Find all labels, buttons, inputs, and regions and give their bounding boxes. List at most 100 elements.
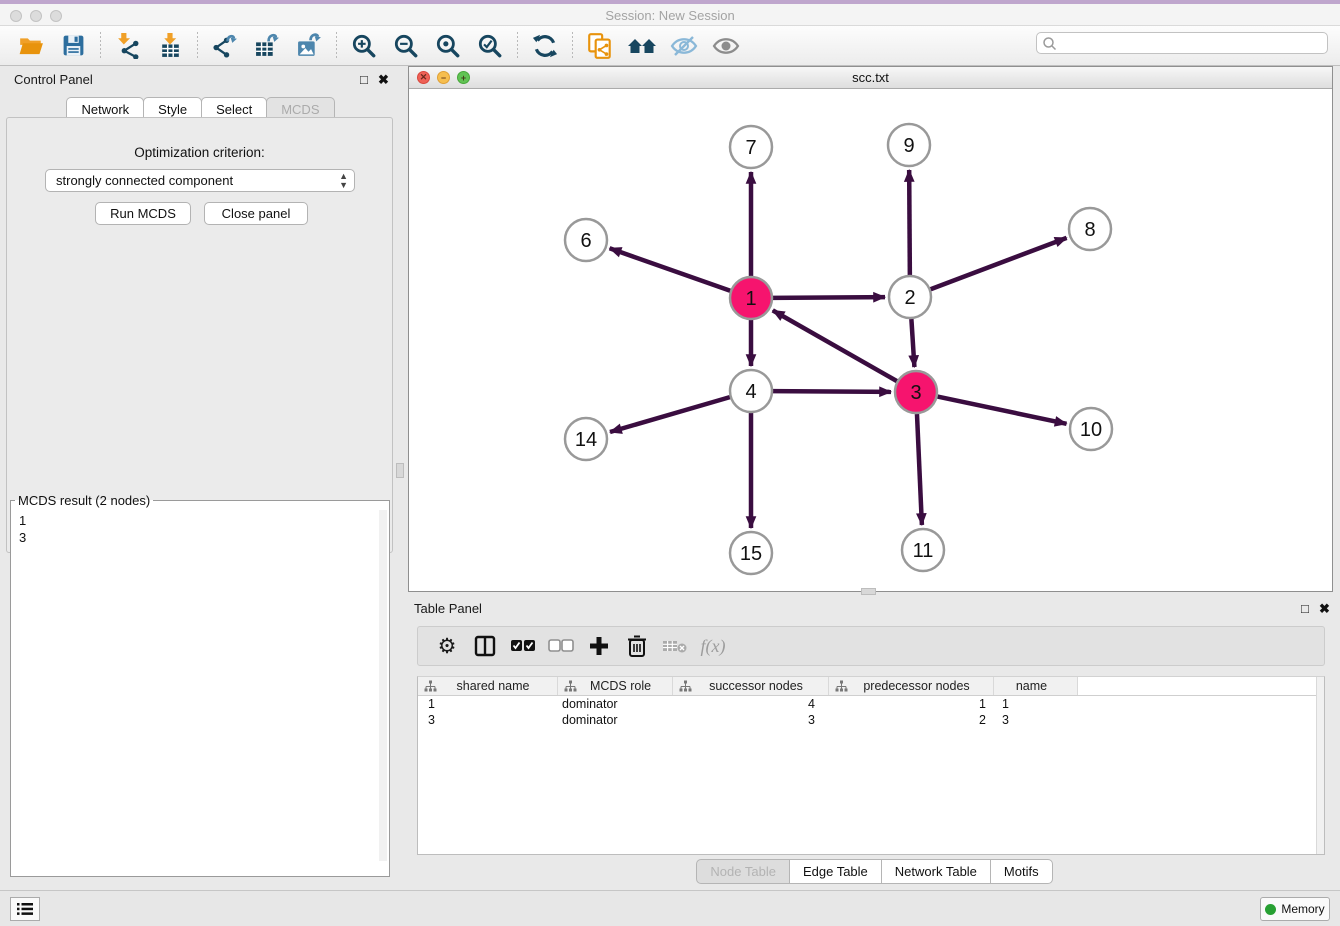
close-panel-button[interactable]: Close panel xyxy=(204,202,308,225)
import-network-icon[interactable] xyxy=(111,30,145,62)
table-cell[interactable]: 1 xyxy=(418,697,558,711)
column-header-shared-name[interactable]: shared name xyxy=(418,677,558,695)
graph-node-label: 10 xyxy=(1080,419,1102,441)
graph-edge-1-2[interactable] xyxy=(773,297,885,298)
table-panel-tabs: Node Table Edge Table Network Table Moti… xyxy=(408,859,1340,884)
node-table: shared name MCDS role successor nodes pr… xyxy=(417,676,1325,855)
add-row-icon[interactable] xyxy=(584,631,614,661)
memory-button[interactable]: Memory xyxy=(1260,897,1330,921)
criterion-value: strongly connected component xyxy=(56,173,233,188)
table-cell[interactable]: 3 xyxy=(994,713,1078,727)
graph-edge-3-10[interactable] xyxy=(938,397,1067,424)
function-builder-icon[interactable]: f(x) xyxy=(698,631,728,661)
search-box[interactable] xyxy=(1036,32,1328,54)
main-toolbar xyxy=(0,26,1340,66)
table-cell[interactable]: dominator xyxy=(558,713,673,727)
select-stepper-icon: ▲▼ xyxy=(339,172,348,190)
zoom-fit-icon[interactable] xyxy=(431,30,465,62)
graph-edge-4-14[interactable] xyxy=(610,397,730,432)
column-header-mcds-role[interactable]: MCDS role xyxy=(558,677,673,695)
export-image-icon[interactable] xyxy=(292,30,326,62)
table-cell[interactable]: 1 xyxy=(994,697,1078,711)
graph-node-label: 6 xyxy=(580,230,591,252)
network-view-window: ✕ − + scc.txt 7968124314101511 xyxy=(408,66,1333,592)
zoom-selected-icon[interactable] xyxy=(473,30,507,62)
network-window-titlebar[interactable]: ✕ − + scc.txt xyxy=(409,67,1332,89)
graph-edge-3-1[interactable] xyxy=(773,310,897,381)
network-view-title: scc.txt xyxy=(409,70,1332,85)
toolbar-separator xyxy=(517,32,518,60)
deselect-all-checkboxes-icon[interactable] xyxy=(546,631,576,661)
task-history-button[interactable] xyxy=(10,897,40,921)
memory-label: Memory xyxy=(1281,902,1324,916)
select-all-checkboxes-icon[interactable] xyxy=(508,631,538,661)
run-mcds-button[interactable]: Run MCDS xyxy=(95,202,191,225)
table-cell[interactable]: dominator xyxy=(558,697,673,711)
table-scrollbar[interactable] xyxy=(1316,677,1324,854)
export-network-icon[interactable] xyxy=(208,30,242,62)
delete-row-icon[interactable] xyxy=(622,631,652,661)
table-cell[interactable]: 2 xyxy=(829,713,994,727)
column-header-predecessor-nodes[interactable]: predecessor nodes xyxy=(829,677,994,695)
table-cell[interactable]: 1 xyxy=(829,697,994,711)
tab-motifs[interactable]: Motifs xyxy=(990,859,1053,884)
graph-edge-3-11[interactable] xyxy=(917,414,922,525)
list-icon xyxy=(16,902,34,916)
hide-details-icon[interactable] xyxy=(667,30,701,62)
graph-node-label: 11 xyxy=(913,540,934,562)
tab-node-table[interactable]: Node Table xyxy=(696,859,790,884)
zoom-out-icon[interactable] xyxy=(389,30,423,62)
column-header-name[interactable]: name xyxy=(994,677,1078,695)
table-cell[interactable]: 3 xyxy=(418,713,558,727)
hierarchy-icon xyxy=(424,680,437,693)
show-details-icon[interactable] xyxy=(709,30,743,62)
vertical-splitter-handle[interactable] xyxy=(396,463,404,478)
float-panel-icon[interactable]: □ xyxy=(360,72,368,87)
import-table-icon[interactable] xyxy=(153,30,187,62)
close-table-panel-icon[interactable]: ✖ xyxy=(1319,601,1330,617)
refresh-layout-icon[interactable] xyxy=(528,30,562,62)
mcds-result-text[interactable]: 1 3 xyxy=(13,510,379,861)
hierarchy-icon xyxy=(835,680,848,693)
horizontal-splitter-handle[interactable] xyxy=(861,588,876,595)
graph-edge-1-6[interactable] xyxy=(610,248,731,290)
tab-network-table[interactable]: Network Table xyxy=(881,859,991,884)
table-toolbar: ⚙ f(x) xyxy=(417,626,1325,666)
first-neighbors-icon[interactable] xyxy=(625,30,659,62)
search-input[interactable] xyxy=(1061,34,1321,52)
graph-edge-2-8[interactable] xyxy=(931,238,1067,289)
application-window: Session: New Session xyxy=(0,0,1340,926)
open-folder-icon[interactable] xyxy=(14,30,48,62)
network-graph-canvas[interactable]: 7968124314101511 xyxy=(409,89,1332,591)
graph-edge-2-9[interactable] xyxy=(909,170,910,275)
gear-icon[interactable]: ⚙ xyxy=(432,631,462,661)
graph-node-label: 4 xyxy=(745,381,756,403)
graph-edge-2-3[interactable] xyxy=(911,319,914,367)
status-bar: Memory xyxy=(0,890,1340,926)
criterion-select[interactable]: strongly connected component ▲▼ xyxy=(45,169,355,192)
table-cell[interactable]: 3 xyxy=(673,713,829,727)
table-row[interactable]: 1dominator411 xyxy=(418,696,1324,712)
zoom-in-icon[interactable] xyxy=(347,30,381,62)
toolbar-separator xyxy=(572,32,573,60)
mcds-result-title: MCDS result (2 nodes) xyxy=(15,493,153,508)
toolbar-separator xyxy=(197,32,198,60)
split-view-icon[interactable] xyxy=(470,631,500,661)
table-row[interactable]: 3dominator323 xyxy=(418,712,1324,728)
graph-edge-4-3[interactable] xyxy=(773,391,891,392)
app-title: Session: New Session xyxy=(0,8,1340,23)
toolbar-separator xyxy=(100,32,101,60)
tab-edge-table[interactable]: Edge Table xyxy=(789,859,882,884)
graph-node-label: 7 xyxy=(745,137,756,159)
result-scrollbar[interactable] xyxy=(379,510,387,861)
export-table-icon[interactable] xyxy=(250,30,284,62)
clone-network-icon[interactable] xyxy=(583,30,617,62)
table-panel: Table Panel □ ✖ ⚙ f(x) xyxy=(408,596,1340,890)
table-cell[interactable]: 4 xyxy=(673,697,829,711)
close-panel-icon[interactable]: ✖ xyxy=(378,72,389,88)
control-panel: Control Panel □ ✖ Network Style Select M… xyxy=(0,66,400,890)
column-header-successor-nodes[interactable]: successor nodes xyxy=(673,677,829,695)
float-table-panel-icon[interactable]: □ xyxy=(1301,601,1309,616)
delete-table-icon[interactable] xyxy=(660,631,690,661)
save-session-icon[interactable] xyxy=(56,30,90,62)
